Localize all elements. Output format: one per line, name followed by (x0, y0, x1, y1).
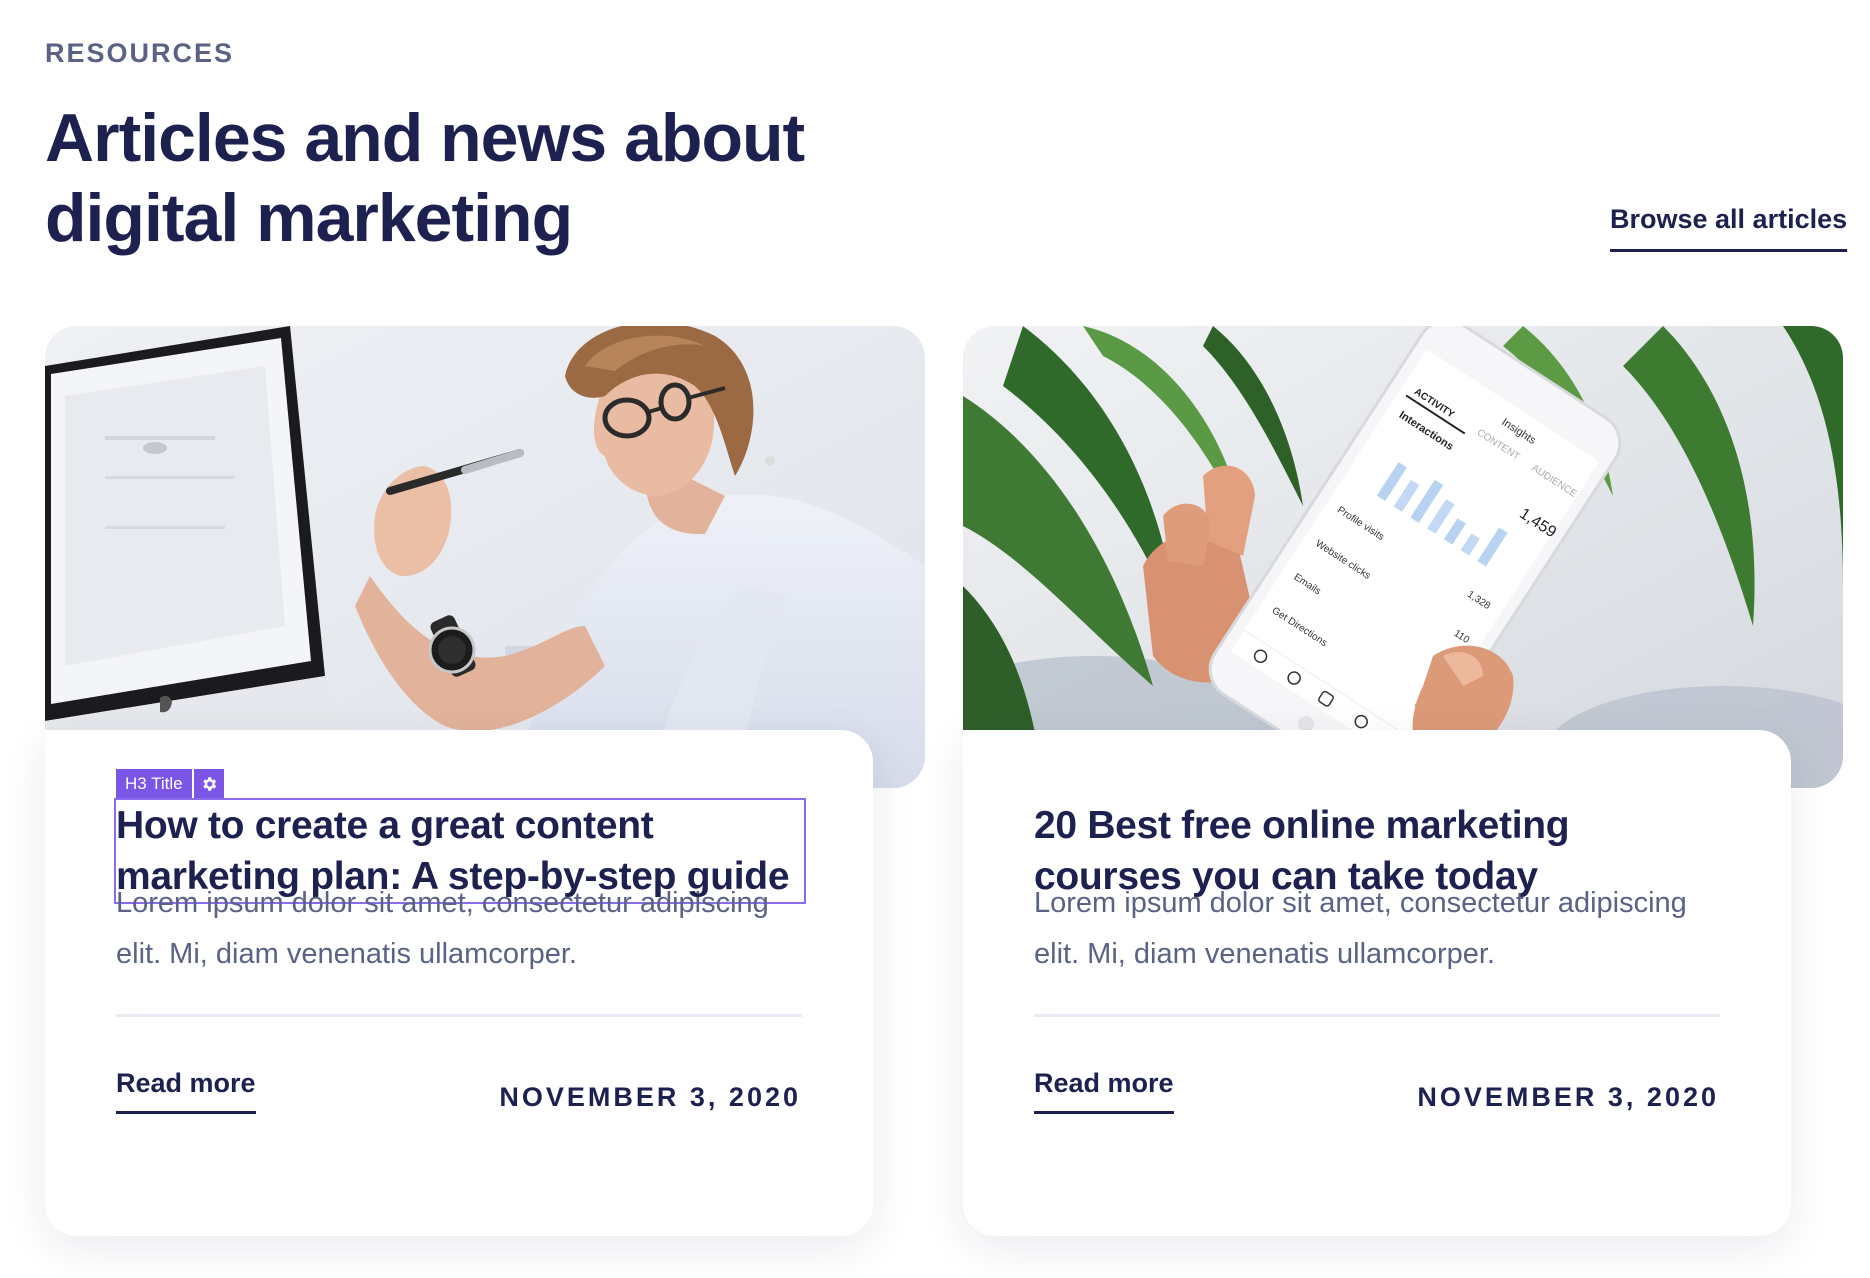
headline-line-1: Articles and news about (45, 100, 805, 176)
article-excerpt: Lorem ipsum dolor sit amet, consectetur … (116, 887, 769, 970)
article-image[interactable]: Insights ACTIVITY CONTENT AUDIENCE Inter… (963, 326, 1843, 788)
card-divider (116, 1014, 802, 1017)
read-more-link[interactable]: Read more (1034, 1068, 1174, 1114)
article-date: NOVEMBER 3, 2020 (499, 1082, 801, 1112)
article-image[interactable] (45, 326, 925, 788)
section-eyebrow: RESOURCES (45, 38, 235, 68)
card-divider (1034, 1014, 1720, 1017)
article-card-body: 20 Best free online marketing courses yo… (963, 730, 1791, 1236)
section-headline: Articles and news about digital marketin… (45, 98, 845, 258)
phone-insights-photo: Insights ACTIVITY CONTENT AUDIENCE Inter… (963, 326, 1843, 788)
editor-element-tag[interactable]: H3 Title (116, 769, 224, 799)
article-card[interactable]: Insights ACTIVITY CONTENT AUDIENCE Inter… (963, 326, 1843, 1236)
browse-all-articles-link[interactable]: Browse all articles (1610, 204, 1848, 252)
article-excerpt: Lorem ipsum dolor sit amet, consectetur … (1034, 887, 1687, 970)
read-more-link[interactable]: Read more (116, 1068, 256, 1114)
editor-tag-label[interactable]: H3 Title (116, 769, 192, 799)
headline-line-2: digital marketing (45, 180, 573, 256)
article-card[interactable]: H3 Title How to create a great content m… (45, 326, 925, 1236)
article-card-body: H3 Title How to create a great content m… (45, 730, 873, 1236)
woman-at-computer-photo (45, 326, 925, 788)
gear-icon[interactable] (193, 769, 224, 799)
article-date: NOVEMBER 3, 2020 (1417, 1082, 1719, 1112)
